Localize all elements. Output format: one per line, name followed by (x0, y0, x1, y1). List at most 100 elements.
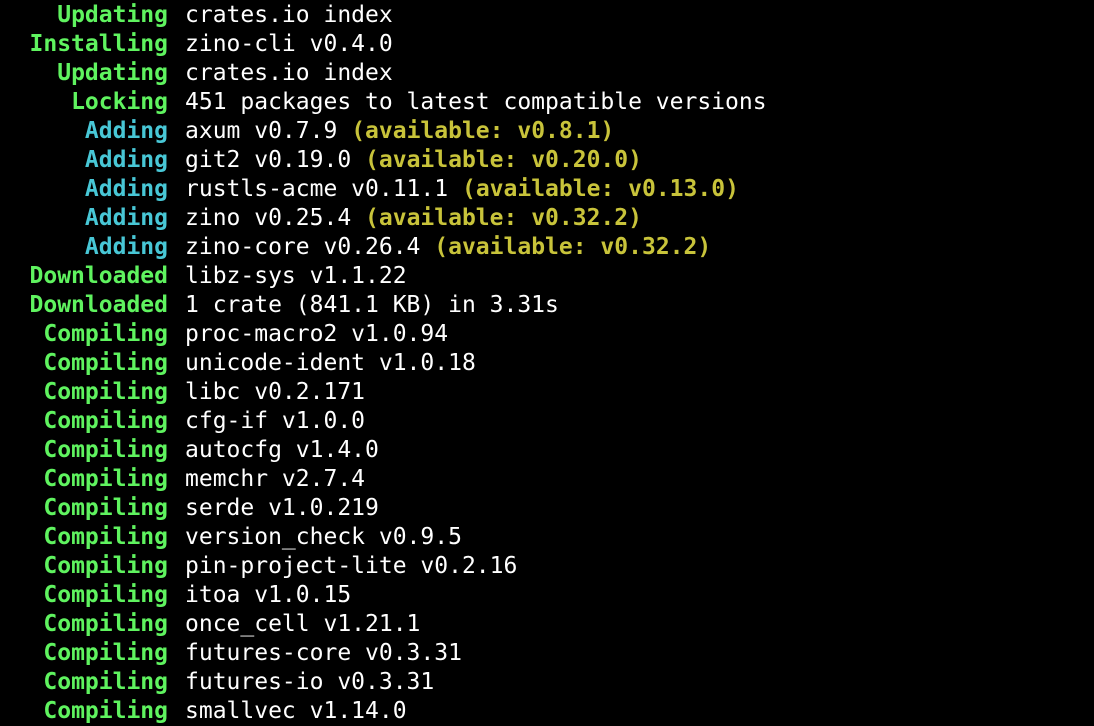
status-label: Locking (71, 89, 168, 115)
status-label: Compiling (43, 582, 168, 608)
line-message: zino v0.25.4 (available: v0.32.2) (185, 204, 642, 233)
line-message: autocfg v1.4.0 (185, 436, 379, 465)
status-label: Downloaded (29, 263, 168, 289)
terminal-line: Compiling cfg-if v1.0.0 (0, 407, 1094, 436)
message-text: serde v1.0.219 (185, 495, 379, 521)
message-text: futures-core v0.3.31 (185, 640, 462, 666)
message-text: cfg-if v1.0.0 (185, 408, 366, 434)
message-text: libz-sys v1.1.22 (185, 263, 407, 289)
message-text: 451 packages to latest compatible versio… (185, 89, 767, 115)
available-version-note: (available: v0.32.2) (365, 205, 642, 231)
message-text: rustls-acme v0.11.1 (185, 176, 449, 202)
line-message: futures-core v0.3.31 (185, 639, 462, 668)
status-label: Compiling (43, 321, 168, 347)
message-text: 1 crate (841.1 KB) in 3.31s (185, 292, 559, 318)
status-label: Installing (29, 31, 168, 57)
line-message: cfg-if v1.0.0 (185, 407, 365, 436)
message-text: zino-cli v0.4.0 (185, 31, 393, 57)
message-text: unicode-ident v1.0.18 (185, 350, 476, 376)
status-label: Compiling (43, 611, 168, 637)
line-message: rustls-acme v0.11.1 (available: v0.13.0) (185, 175, 739, 204)
line-message: once_cell v1.21.1 (185, 610, 420, 639)
status-label: Compiling (43, 350, 168, 376)
status-label: Compiling (43, 437, 168, 463)
status-label: Downloaded (29, 292, 168, 318)
terminal-output[interactable]: Updating crates.io index Installing zino-cl… (0, 0, 1094, 724)
terminal-line: Compiling futures-io v0.3.31 (0, 668, 1094, 697)
line-message: 451 packages to latest compatible versio… (185, 88, 767, 117)
terminal-line: Adding axum v0.7.9 (available: v0.8.1) (0, 117, 1094, 146)
status-label: Compiling (43, 408, 168, 434)
terminal-line: Compiling itoa v1.0.15 (0, 581, 1094, 610)
available-version-note: (available: v0.13.0) (461, 176, 739, 202)
status-label: Updating (57, 60, 168, 86)
status-label: Adding (84, 205, 168, 231)
message-text: once_cell v1.21.1 (185, 611, 421, 637)
status-label: Adding (84, 234, 168, 260)
terminal-line: Installing zino-cli v0.4.0 (0, 30, 1094, 59)
terminal-line: Compiling version_check v0.9.5 (0, 523, 1094, 552)
status-label: Updating (57, 2, 168, 28)
terminal-line: Adding git2 v0.19.0 (available: v0.20.0) (0, 146, 1094, 175)
terminal-line: Compiling futures-core v0.3.31 (0, 639, 1094, 668)
message-text: crates.io index (185, 60, 393, 86)
status-label: Compiling (43, 698, 168, 724)
line-message: unicode-ident v1.0.18 (185, 349, 476, 378)
line-message: version_check v0.9.5 (185, 523, 462, 552)
message-text: autocfg v1.4.0 (185, 437, 379, 463)
terminal-line: Compiling memchr v2.7.4 (0, 465, 1094, 494)
line-message: crates.io index (185, 1, 393, 30)
message-text: zino v0.25.4 (185, 205, 352, 231)
line-message: proc-macro2 v1.0.94 (185, 320, 448, 349)
terminal-line: Updating crates.io index (0, 1, 1094, 30)
status-label: Compiling (43, 495, 168, 521)
terminal-line: Compiling serde v1.0.219 (0, 494, 1094, 523)
terminal-line: Adding rustls-acme v0.11.1 (available: v0… (0, 175, 1094, 204)
line-message: crates.io index (185, 59, 393, 88)
line-message: memchr v2.7.4 (185, 465, 365, 494)
message-text: itoa v1.0.15 (185, 582, 352, 608)
message-text: zino-core v0.26.4 (185, 234, 421, 260)
message-text: version_check v0.9.5 (185, 524, 462, 550)
status-label: Compiling (43, 553, 168, 579)
message-text: futures-io v0.3.31 (185, 669, 435, 695)
line-message: pin-project-lite v0.2.16 (185, 552, 517, 581)
status-label: Adding (84, 147, 168, 173)
terminal-line: Downloaded 1 crate (841.1 KB) in 3.31s (0, 291, 1094, 320)
terminal-line: Compiling unicode-ident v1.0.18 (0, 349, 1094, 378)
available-version-note: (available: v0.32.2) (434, 234, 712, 260)
line-message: serde v1.0.219 (185, 494, 379, 523)
terminal-line: Compiling pin-project-lite v0.2.16 (0, 552, 1094, 581)
status-label: Adding (84, 176, 168, 202)
message-text: libc v0.2.171 (185, 379, 366, 405)
line-message: zino-cli v0.4.0 (185, 30, 393, 59)
line-message: libc v0.2.171 (185, 378, 365, 407)
message-text: git2 v0.19.0 (185, 147, 352, 173)
terminal-line: Compiling smallvec v1.14.0 (0, 697, 1094, 726)
status-label: Compiling (43, 379, 168, 405)
terminal-line: Compiling autocfg v1.4.0 (0, 436, 1094, 465)
terminal-line: Adding zino v0.25.4 (available: v0.32.2) (0, 204, 1094, 233)
message-text: memchr v2.7.4 (185, 466, 366, 492)
message-text: axum v0.7.9 (185, 118, 338, 144)
message-text: smallvec v1.14.0 (185, 698, 407, 724)
line-message: git2 v0.19.0 (available: v0.20.0) (185, 146, 642, 175)
line-message: zino-core v0.26.4 (available: v0.32.2) (185, 233, 711, 262)
line-message: axum v0.7.9 (available: v0.8.1) (185, 117, 614, 146)
status-label: Adding (84, 118, 168, 144)
line-message: 1 crate (841.1 KB) in 3.31s (185, 291, 559, 320)
terminal-line: Updating crates.io index (0, 59, 1094, 88)
terminal-line: Compiling proc-macro2 v1.0.94 (0, 320, 1094, 349)
terminal-line: Compiling once_cell v1.21.1 (0, 610, 1094, 639)
line-message: libz-sys v1.1.22 (185, 262, 407, 291)
terminal-line: Locking 451 packages to latest compatible… (0, 88, 1094, 117)
terminal-line: Compiling libc v0.2.171 (0, 378, 1094, 407)
status-label: Compiling (43, 669, 168, 695)
message-text: pin-project-lite v0.2.16 (185, 553, 518, 579)
available-version-note: (available: v0.20.0) (365, 147, 642, 173)
status-label: Compiling (43, 524, 168, 550)
message-text: proc-macro2 v1.0.94 (185, 321, 449, 347)
line-message: itoa v1.0.15 (185, 581, 351, 610)
line-message: futures-io v0.3.31 (185, 668, 434, 697)
message-text: crates.io index (185, 2, 393, 28)
